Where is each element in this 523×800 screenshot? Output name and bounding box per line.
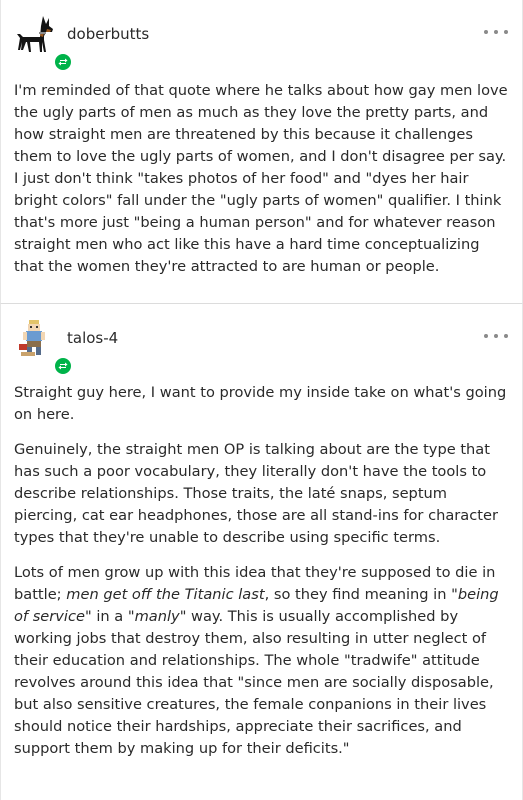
text-run: " way. This is usually accomplished by w… <box>14 608 494 757</box>
more-options-button[interactable] <box>484 24 508 40</box>
italic-text: men get off the Titanic last <box>66 586 265 603</box>
text-run: , so they find meaning in " <box>264 586 458 603</box>
post-body: I'm reminded of that quote where he talk… <box>1 64 522 278</box>
text-run: " in a " <box>84 608 135 625</box>
reblog-badge <box>53 356 73 376</box>
post-paragraph: Lots of men grow up with this idea that … <box>14 562 508 760</box>
post-talos-4: talos-4 Straight guy here, I want to pro… <box>0 304 523 800</box>
doberman-dog-icon <box>17 16 53 52</box>
italic-text: manly <box>134 608 180 625</box>
post-paragraph: Straight guy here, I want to provide my … <box>14 384 507 423</box>
dot-icon <box>504 30 508 34</box>
dot-icon <box>484 30 488 34</box>
reblog-icon <box>58 58 68 66</box>
post-paragraph: I'm reminded of that quote where he talk… <box>14 82 508 275</box>
dot-icon <box>494 30 498 34</box>
username[interactable]: doberbutts <box>67 25 149 43</box>
post-header: talos-4 <box>1 304 522 376</box>
reblog-icon <box>58 362 68 370</box>
avatar-talos-4[interactable] <box>13 316 73 376</box>
username[interactable]: talos-4 <box>67 329 118 347</box>
more-options-button[interactable] <box>484 328 508 344</box>
post-doberbutts: doberbutts I'm reminded of that quote wh… <box>0 0 523 304</box>
post-header: doberbutts <box>1 0 522 72</box>
pixel-figure-icon <box>19 320 45 356</box>
avatar-doberbutts[interactable] <box>13 12 73 72</box>
post-body: Straight guy here, I want to provide my … <box>1 368 522 760</box>
reblog-badge <box>53 52 73 72</box>
dot-icon <box>484 334 488 338</box>
dot-icon <box>494 334 498 338</box>
post-paragraph: Genuinely, the straight men OP is talkin… <box>14 441 498 546</box>
dot-icon <box>504 334 508 338</box>
